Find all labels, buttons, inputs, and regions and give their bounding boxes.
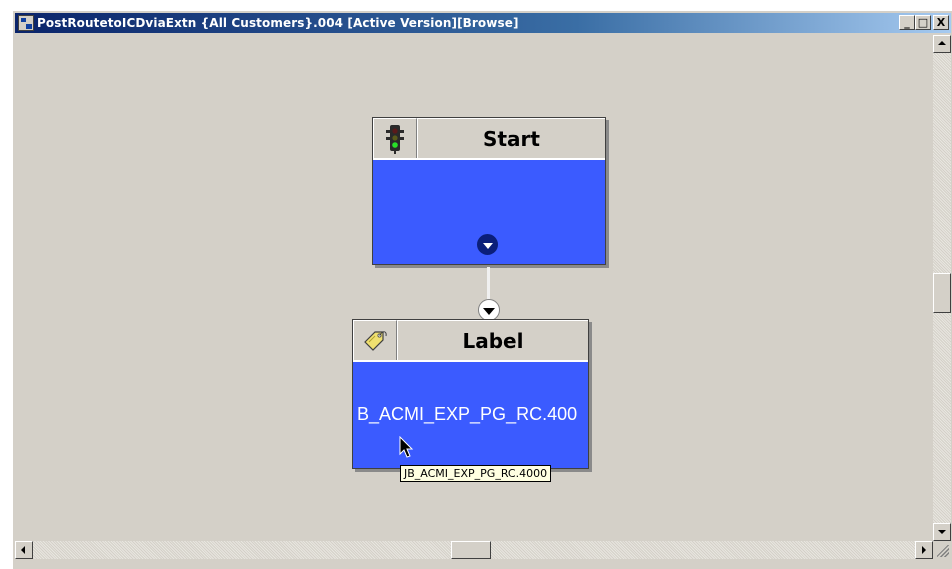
horizontal-scroll-thumb[interactable] xyxy=(451,541,491,559)
label-node-icon-cell xyxy=(353,320,397,360)
title-bar[interactable]: PostRoutetoICDviaExtn {All Customers}.00… xyxy=(15,13,951,33)
window-title: PostRoutetoICDviaExtn {All Customers}.00… xyxy=(37,16,519,30)
flow-canvas[interactable]: Start Label B_ACMI_EXP_PG_RC.400 JB_ACMI… xyxy=(15,35,933,541)
traffic-light-icon xyxy=(386,124,404,154)
label-node-body: B_ACMI_EXP_PG_RC.400 xyxy=(353,362,588,466)
label-node-value: B_ACMI_EXP_PG_RC.400 xyxy=(357,404,578,424)
label-node-header: Label xyxy=(353,320,588,362)
resize-grip-icon[interactable] xyxy=(933,541,951,559)
maximize-button[interactable]: □ xyxy=(915,15,931,30)
connector-line xyxy=(487,267,490,299)
scroll-left-button[interactable] xyxy=(15,541,33,559)
scroll-up-button[interactable] xyxy=(933,35,951,53)
mouse-cursor-icon xyxy=(399,436,414,458)
window-controls: _ □ X xyxy=(899,15,949,30)
label-node-title: Label xyxy=(397,320,588,360)
horizontal-scrollbar[interactable] xyxy=(15,541,933,559)
scroll-right-button[interactable] xyxy=(915,541,933,559)
vertical-scroll-thumb[interactable] xyxy=(933,273,951,313)
app-icon[interactable] xyxy=(18,15,34,31)
label-node[interactable]: Label B_ACMI_EXP_PG_RC.400 xyxy=(352,319,589,469)
start-node-icon-cell xyxy=(373,118,417,158)
tag-icon xyxy=(364,330,387,351)
close-button[interactable]: X xyxy=(933,15,949,30)
script-editor-window: PostRoutetoICDviaExtn {All Customers}.00… xyxy=(12,10,952,569)
start-node-body xyxy=(373,160,605,262)
connection-port-icon[interactable] xyxy=(478,299,500,321)
tooltip: JB_ACMI_EXP_PG_RC.4000 xyxy=(400,465,552,482)
start-node-header: Start xyxy=(373,118,605,160)
expand-down-icon[interactable] xyxy=(477,234,498,255)
scroll-down-button[interactable] xyxy=(933,523,951,541)
start-node-title: Start xyxy=(417,118,605,158)
minimize-button[interactable]: _ xyxy=(899,15,915,30)
vertical-scrollbar[interactable] xyxy=(933,35,951,541)
start-node[interactable]: Start xyxy=(372,117,606,265)
